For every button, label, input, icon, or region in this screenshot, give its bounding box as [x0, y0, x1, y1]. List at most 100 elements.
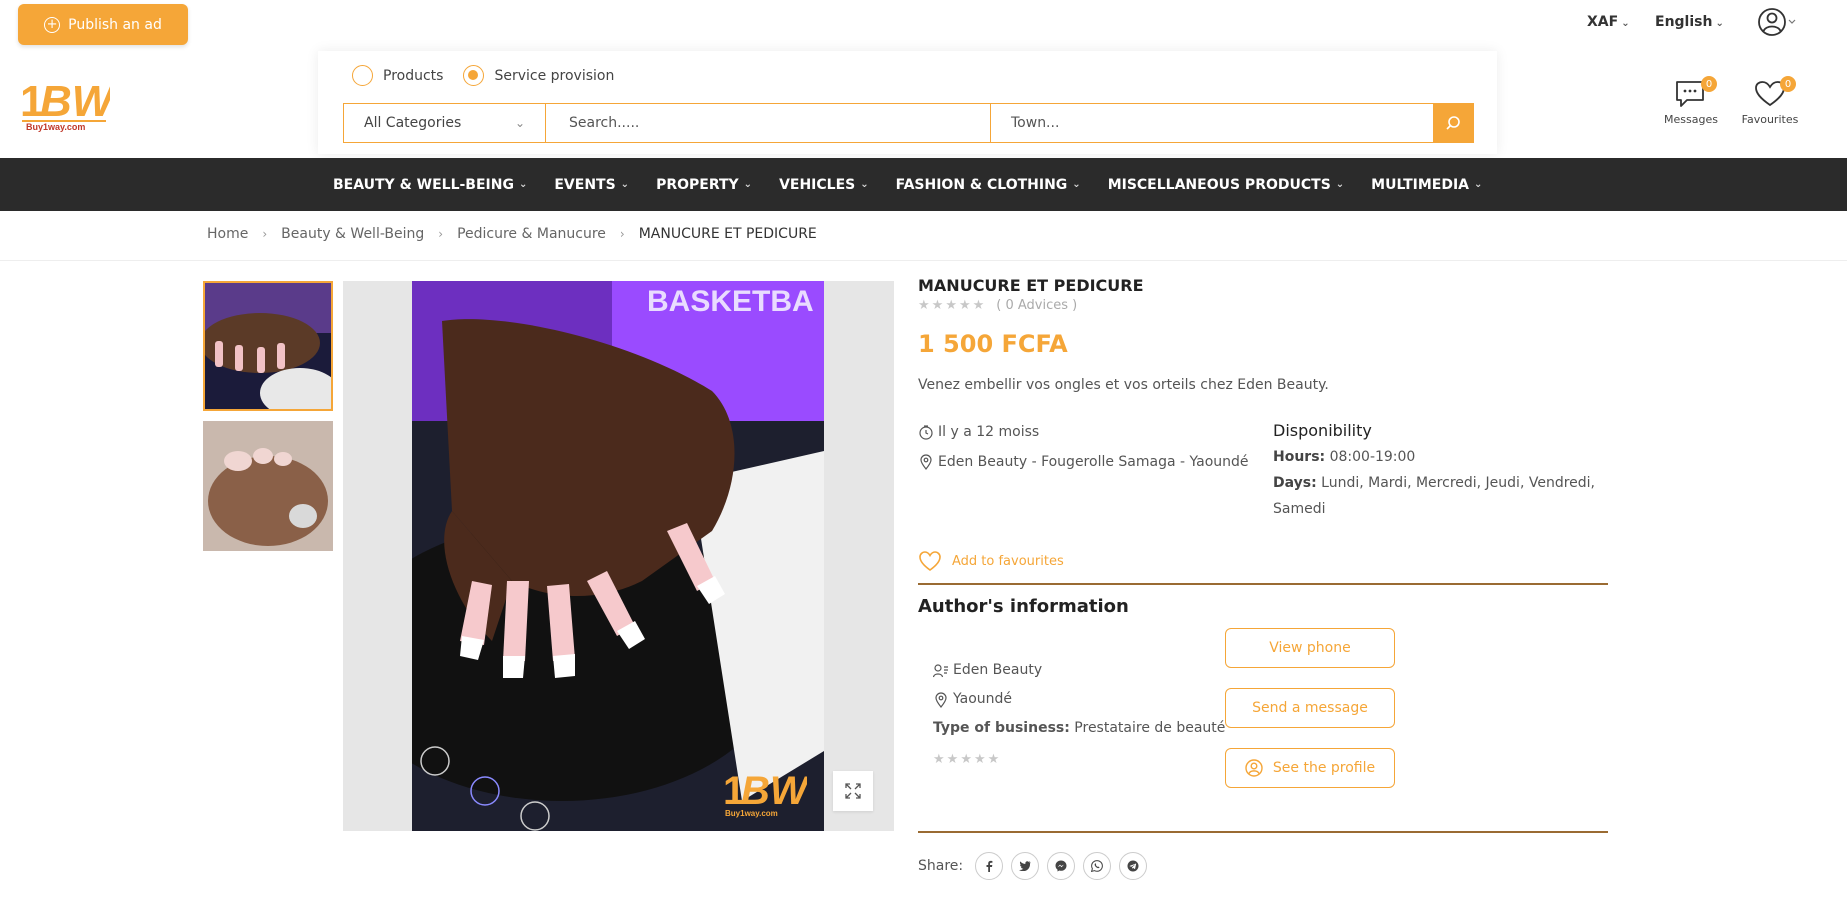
search-input[interactable]: Search.....	[546, 104, 991, 142]
nav-item-events[interactable]: EVENTS ⌄	[554, 177, 629, 193]
chevron-down-icon: ⌄	[518, 179, 528, 190]
chevron-right-icon: ›	[619, 227, 625, 241]
star-icon: ★	[933, 752, 945, 767]
svg-text:BASKETBA: BASKETBA	[647, 285, 814, 318]
pedicure-thumbnail-image	[203, 421, 333, 551]
listing-price: 1 500 FCFA	[918, 330, 1068, 358]
user-circle-icon	[1245, 759, 1263, 777]
share-bar: Share:	[918, 852, 1148, 880]
star-icon: ★	[987, 752, 1000, 767]
radio-products-label: Products	[383, 67, 444, 84]
author-name: Eden Beauty	[953, 662, 1043, 678]
nav-item-beauty[interactable]: BEAUTY & WELL-BEING ⌄	[333, 177, 527, 193]
divider	[918, 583, 1608, 585]
breadcrumb-current: MANUCURE ET PEDICURE	[638, 226, 817, 242]
messages-link[interactable]: 0 Messages	[1656, 76, 1726, 126]
radio-products[interactable]: Products	[352, 65, 443, 86]
send-message-label: Send a message	[1252, 700, 1368, 716]
clock-icon	[919, 425, 933, 440]
share-twitter-button[interactable]	[1011, 852, 1040, 880]
radio-services[interactable]: Service provision	[463, 65, 614, 86]
town-input[interactable]: Town...	[991, 104, 1433, 142]
chevron-down-icon: ⌄	[1621, 18, 1630, 29]
days-value: Lundi, Mardi, Mercredi, Jeudi, Vendredi,…	[1273, 475, 1595, 517]
chevron-down-icon: ⌄	[1335, 179, 1345, 190]
chevron-down-icon: ⌄	[860, 179, 869, 190]
manicure-thumbnail-image	[205, 283, 331, 409]
nav-item-multimedia[interactable]: MULTIMEDIA ⌄	[1371, 177, 1482, 193]
main-navigation: BEAUTY & WELL-BEING ⌄ EVENTS ⌄ PROPERTY ⌄ V…	[0, 158, 1847, 211]
star-icon: ★	[958, 298, 971, 313]
days-label: Days:	[1273, 475, 1317, 491]
favourites-label: Favourites	[1741, 113, 1799, 126]
language-selector[interactable]: English ⌄	[1655, 14, 1724, 30]
share-facebook-button[interactable]	[975, 852, 1004, 880]
chevron-right-icon: ›	[438, 227, 444, 241]
user-account-menu[interactable]	[1757, 6, 1797, 38]
chevron-down-icon: ⌄	[1474, 179, 1483, 190]
town-placeholder: Town...	[1011, 115, 1060, 131]
divider	[0, 260, 1847, 261]
user-card-icon	[933, 663, 948, 677]
send-message-button[interactable]: Send a message	[1225, 688, 1395, 728]
listing-location: Eden Beauty - Fougerolle Samaga - Yaound…	[918, 454, 1249, 470]
search-placeholder: Search.....	[569, 115, 640, 131]
hours-label: Hours:	[1273, 449, 1326, 465]
nav-item-property[interactable]: PROPERTY ⌄	[656, 177, 752, 193]
nav-label: PROPERTY	[656, 176, 739, 193]
breadcrumb-category[interactable]: Beauty & Well-Being	[281, 226, 424, 242]
favourites-count-badge: 0	[1780, 76, 1796, 92]
heart-outline-icon	[919, 551, 941, 571]
disponibility-title: Disponibility	[1273, 421, 1372, 440]
breadcrumb-home[interactable]: Home	[207, 226, 248, 242]
listing-description: Venez embellir vos ongles et vos orteils…	[918, 377, 1329, 393]
chevron-down-icon: ⌄	[1072, 179, 1081, 190]
messages-label: Messages	[1664, 113, 1718, 126]
share-telegram-button[interactable]	[1119, 852, 1148, 880]
currency-selector[interactable]: XAF ⌄	[1587, 14, 1630, 30]
gallery-thumbnail-1[interactable]	[203, 281, 333, 411]
view-phone-button[interactable]: View phone	[1225, 628, 1395, 668]
see-profile-button[interactable]: See the profile	[1225, 748, 1395, 788]
hours-row: Hours: 08:00-19:00	[1273, 444, 1603, 470]
add-to-favourites-button[interactable]: Add to favourites	[918, 550, 1064, 572]
whatsapp-icon	[1091, 860, 1104, 872]
category-select[interactable]: All Categories ⌄	[344, 104, 546, 142]
radio-circle-checked[interactable]	[463, 65, 485, 86]
expand-image-button[interactable]	[833, 771, 873, 811]
map-pin-icon	[920, 454, 932, 470]
messages-count-badge: 0	[1701, 76, 1717, 92]
gallery-thumbnail-2[interactable]	[203, 421, 333, 551]
nav-item-miscellaneous[interactable]: MISCELLANEOUS PRODUCTS ⌄	[1108, 177, 1344, 193]
nav-label: EVENTS	[554, 176, 616, 193]
publish-ad-button[interactable]: + Publish an ad	[18, 4, 188, 45]
author-rating: ★ ★ ★ ★ ★	[933, 745, 1225, 774]
business-type-row: Type of business: Prestataire de beauté	[933, 714, 1225, 743]
chevron-down-icon: ⌄	[620, 179, 630, 190]
advices-count[interactable]: ( 0 Advices )	[996, 298, 1077, 313]
breadcrumb: Home › Beauty & Well-Being › Pedicure & …	[207, 226, 817, 242]
radio-services-label: Service provision	[494, 67, 615, 84]
search-button[interactable]	[1433, 104, 1473, 142]
nav-item-fashion[interactable]: FASHION & CLOTHING ⌄	[896, 177, 1081, 193]
business-type-label: Type of business:	[933, 720, 1070, 736]
main-product-image[interactable]: BASKETBA 1 BW Buy1way.com	[343, 281, 894, 831]
breadcrumb-subcategory[interactable]: Pedicure & Manucure	[457, 226, 606, 242]
share-messenger-button[interactable]	[1047, 852, 1076, 880]
business-type-value: Prestataire de beauté	[1074, 720, 1226, 736]
nav-label: VEHICLES	[779, 176, 856, 193]
manicure-photo: BASKETBA	[412, 281, 824, 831]
favourites-link[interactable]: 0 Favourites	[1735, 76, 1805, 126]
star-icon: ★	[931, 298, 944, 313]
star-icon: ★	[973, 752, 986, 767]
add-to-favourites-label: Add to favourites	[952, 553, 1064, 569]
share-whatsapp-button[interactable]	[1083, 852, 1112, 880]
search-panel: Products Service provision All Categorie…	[318, 51, 1497, 154]
star-icon: ★	[918, 298, 930, 313]
star-icon: ★	[960, 752, 972, 767]
nav-item-vehicles[interactable]: VEHICLES ⌄	[779, 177, 869, 193]
currency-label: XAF	[1587, 14, 1619, 30]
search-bar: All Categories ⌄ Search..... Town...	[343, 103, 1474, 143]
radio-circle[interactable]	[352, 65, 373, 86]
site-logo[interactable]: 1 BW Buy1way.com	[20, 76, 117, 132]
